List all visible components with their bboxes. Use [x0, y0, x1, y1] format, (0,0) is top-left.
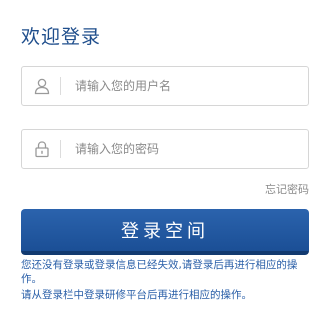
login-button[interactable]: 登录空间 [21, 209, 309, 255]
username-input[interactable] [75, 79, 275, 93]
username-field[interactable] [21, 66, 309, 106]
forgot-password-link[interactable]: 忘记密码 [265, 181, 309, 197]
password-input[interactable] [75, 142, 275, 156]
password-field[interactable] [21, 129, 309, 169]
user-icon [30, 74, 54, 98]
login-instruction-message: 请从登录栏中登录研修平台后再进行相应的操作。 [21, 289, 252, 301]
page-title: 欢迎登录 [21, 26, 102, 48]
field-divider [60, 77, 61, 95]
field-divider [60, 140, 61, 158]
login-status-message: 您还没有登录或登录信息已经失效,请登录后再进行相应的操作。 [21, 259, 298, 285]
lock-icon [30, 137, 54, 161]
